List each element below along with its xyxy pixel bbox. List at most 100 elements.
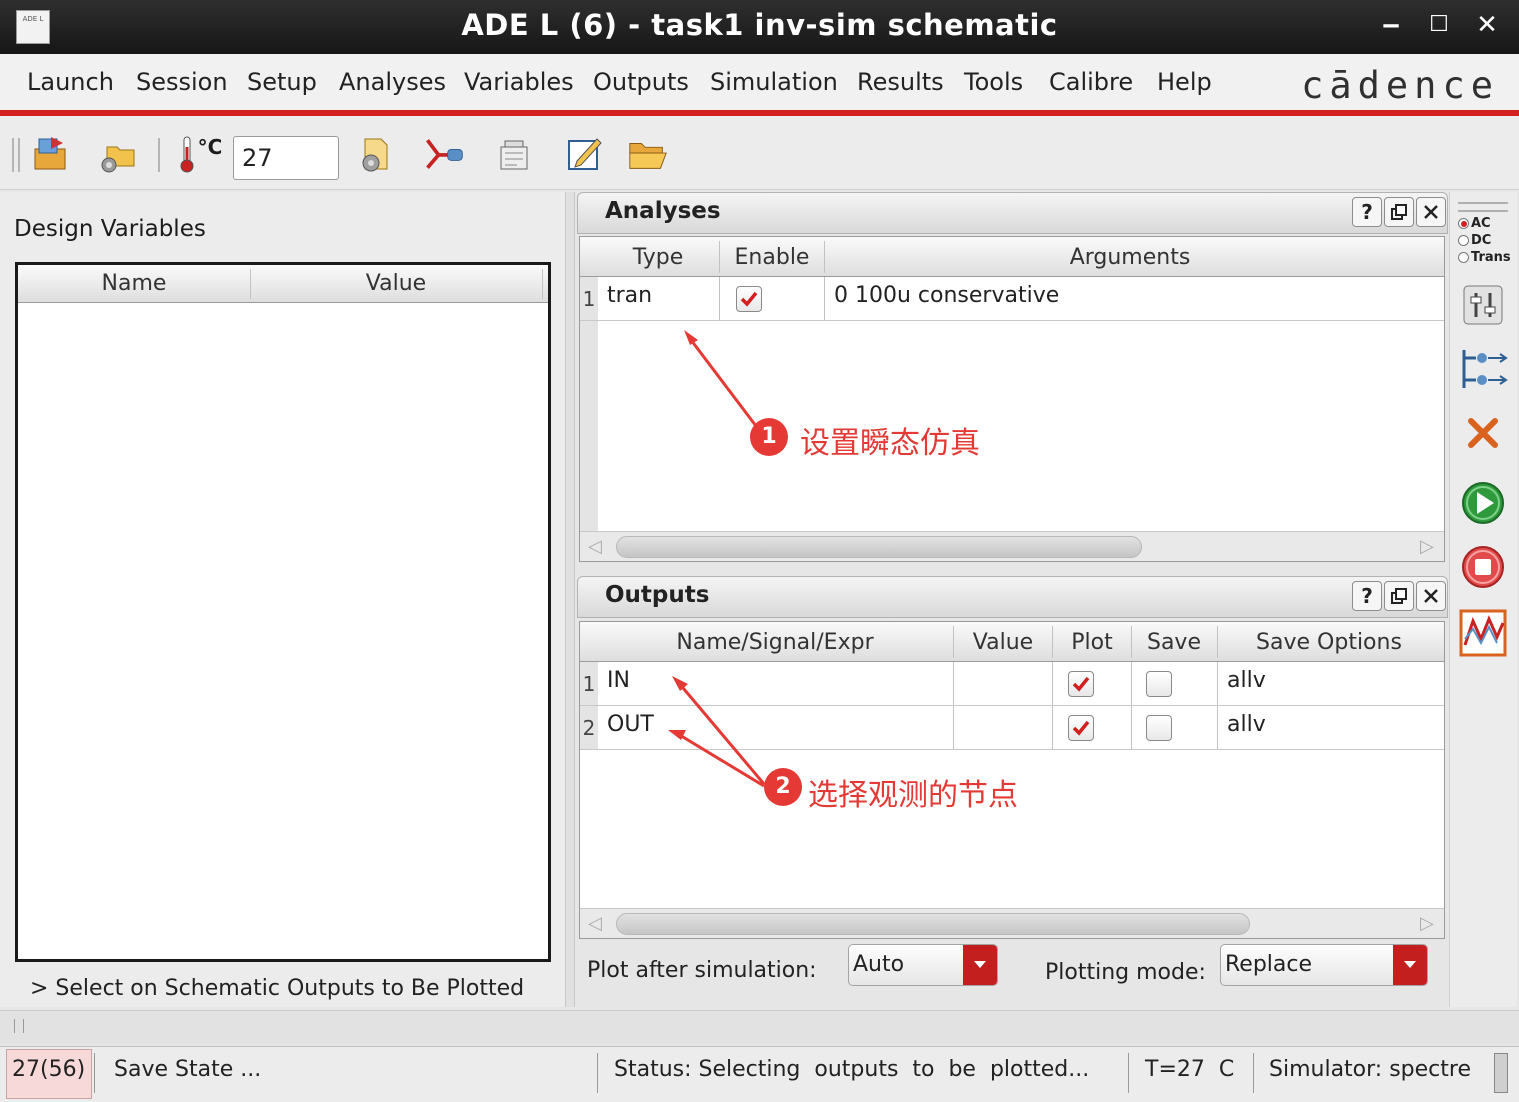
column-save[interactable]: Save	[1132, 630, 1216, 655]
edit-icon[interactable]	[562, 132, 606, 176]
menu-launch[interactable]: Launch	[27, 68, 114, 96]
column-divider	[1131, 662, 1132, 706]
minimize-button[interactable]: ‒	[1376, 10, 1406, 40]
radio-trans[interactable]: Trans	[1458, 250, 1511, 265]
column-divider	[719, 277, 720, 321]
column-save-options[interactable]: Save Options	[1218, 630, 1440, 655]
save-options-value[interactable]: allv	[1227, 668, 1266, 693]
menu-outputs[interactable]: Outputs	[593, 68, 689, 96]
window-title: ADE L (6) - task1 inv-sim schematic	[461, 8, 1058, 42]
column-enable[interactable]: Enable	[720, 245, 824, 270]
save-checkbox[interactable]	[1146, 671, 1172, 697]
scroll-right-arrow[interactable]: ▷	[1420, 913, 1434, 934]
scroll-right-arrow[interactable]: ▷	[1420, 536, 1434, 557]
menu-simulation[interactable]: Simulation	[710, 68, 838, 96]
design-variables-table[interactable]: Name Value	[15, 262, 551, 962]
menu-analyses[interactable]: Analyses	[339, 68, 446, 96]
run-icon[interactable]	[1458, 478, 1508, 528]
analyses-close-button[interactable]	[1416, 197, 1446, 227]
save-checkbox[interactable]	[1146, 715, 1172, 741]
waveform-icon[interactable]	[1458, 608, 1508, 658]
open-setup-icon[interactable]	[96, 132, 140, 176]
plot-checkbox[interactable]	[1068, 715, 1094, 741]
chevron-down-icon[interactable]	[1393, 945, 1427, 985]
menu-session[interactable]: Session	[136, 68, 228, 96]
action-strip: AC DC Trans	[1449, 192, 1517, 1007]
bottom-scroll-area[interactable]	[0, 1010, 1519, 1044]
scroll-grip[interactable]	[14, 1019, 24, 1033]
scroll-left-arrow[interactable]: ◁	[588, 536, 602, 557]
netlist-icon[interactable]	[1458, 344, 1508, 394]
design-variables-panel: Design Variables Name Value > Select on …	[0, 192, 565, 1007]
title-bar: ADE L ADE L (6) - task1 inv-sim schemati…	[0, 0, 1519, 54]
menu-help[interactable]: Help	[1157, 68, 1212, 96]
netlist-view-icon[interactable]	[492, 132, 536, 176]
status-separator	[597, 1053, 598, 1093]
menu-bar: Launch Session Setup Analyses Variables …	[0, 54, 1519, 112]
strip-grip[interactable]	[1458, 202, 1508, 212]
tune-icon[interactable]	[1458, 280, 1508, 330]
stop-icon[interactable]	[1458, 542, 1508, 592]
resize-grip[interactable]	[1494, 1053, 1508, 1093]
column-value[interactable]: Value	[954, 630, 1052, 655]
table-row[interactable]: 1 tran 0 100u conservative	[580, 277, 1444, 321]
maximize-button[interactable]: ☐	[1424, 12, 1454, 37]
temperature-status: T=27 C	[1145, 1057, 1235, 1082]
temperature-input[interactable]: 27	[233, 136, 339, 180]
analyses-float-button[interactable]	[1384, 197, 1414, 227]
simulator-setup-icon[interactable]	[352, 132, 396, 176]
menu-tools[interactable]: Tools	[964, 68, 1023, 96]
radio-dc[interactable]: DC	[1458, 233, 1491, 248]
column-divider	[1052, 706, 1053, 750]
menu-results[interactable]: Results	[857, 68, 944, 96]
analysis-arguments[interactable]: 0 100u conservative	[834, 283, 1059, 308]
column-divider	[953, 662, 954, 706]
column-signal[interactable]: Name/Signal/Expr	[598, 630, 952, 655]
outputs-hscrollbar[interactable]: ◁ ▷	[580, 908, 1444, 938]
column-type[interactable]: Type	[598, 245, 718, 270]
outputs-help-button[interactable]: ?	[1352, 581, 1382, 611]
simulator-status: Simulator: spectre	[1269, 1057, 1471, 1082]
column-plot[interactable]: Plot	[1053, 630, 1131, 655]
close-button[interactable]: ✕	[1472, 10, 1502, 40]
enable-checkbox[interactable]	[736, 286, 762, 312]
open-folder-icon[interactable]	[626, 132, 670, 176]
scroll-thumb[interactable]	[616, 913, 1250, 935]
scroll-left-arrow[interactable]: ◁	[588, 913, 602, 934]
status-separator	[94, 1053, 95, 1093]
menu-variables[interactable]: Variables	[464, 68, 574, 96]
row-gutter	[580, 321, 598, 531]
signal-name[interactable]: IN	[607, 668, 630, 693]
save-options-value[interactable]: allv	[1227, 712, 1266, 737]
radio-ac-label: AC	[1471, 216, 1491, 231]
column-value[interactable]: Value	[251, 271, 541, 296]
row-number: 2	[580, 706, 598, 750]
cancel-icon[interactable]	[1458, 408, 1508, 458]
outputs-close-button[interactable]	[1416, 581, 1446, 611]
plot-after-combo[interactable]: Auto	[848, 944, 998, 986]
scroll-thumb[interactable]	[616, 536, 1142, 558]
toolbar-grip[interactable]	[12, 138, 20, 172]
load-state-icon[interactable]	[30, 132, 74, 176]
column-name[interactable]: Name	[18, 271, 250, 296]
menu-calibre[interactable]: Calibre	[1049, 68, 1133, 96]
analyses-hscrollbar[interactable]: ◁ ▷	[580, 531, 1444, 561]
panel-splitter[interactable]	[565, 192, 575, 1007]
annotation-badge: 1	[750, 418, 788, 456]
analyses-help-button[interactable]: ?	[1352, 197, 1382, 227]
analysis-type[interactable]: tran	[607, 283, 652, 308]
toolbar-separator	[158, 138, 160, 172]
chevron-down-icon[interactable]	[963, 945, 997, 985]
plotting-mode-combo[interactable]: Replace	[1220, 944, 1428, 986]
column-divider	[953, 706, 954, 750]
table-header: Name Value	[18, 265, 548, 303]
design-variables-title: Design Variables	[14, 216, 206, 242]
outputs-float-button[interactable]	[1384, 581, 1414, 611]
radio-ac[interactable]: AC	[1458, 216, 1491, 231]
pick-nets-icon[interactable]	[422, 132, 466, 176]
column-arguments[interactable]: Arguments	[825, 245, 1435, 270]
plot-checkbox[interactable]	[1068, 671, 1094, 697]
signal-name[interactable]: OUT	[607, 712, 654, 737]
outputs-header: Name/Signal/Expr Value Plot Save Save Op…	[580, 622, 1444, 662]
menu-setup[interactable]: Setup	[247, 68, 317, 96]
